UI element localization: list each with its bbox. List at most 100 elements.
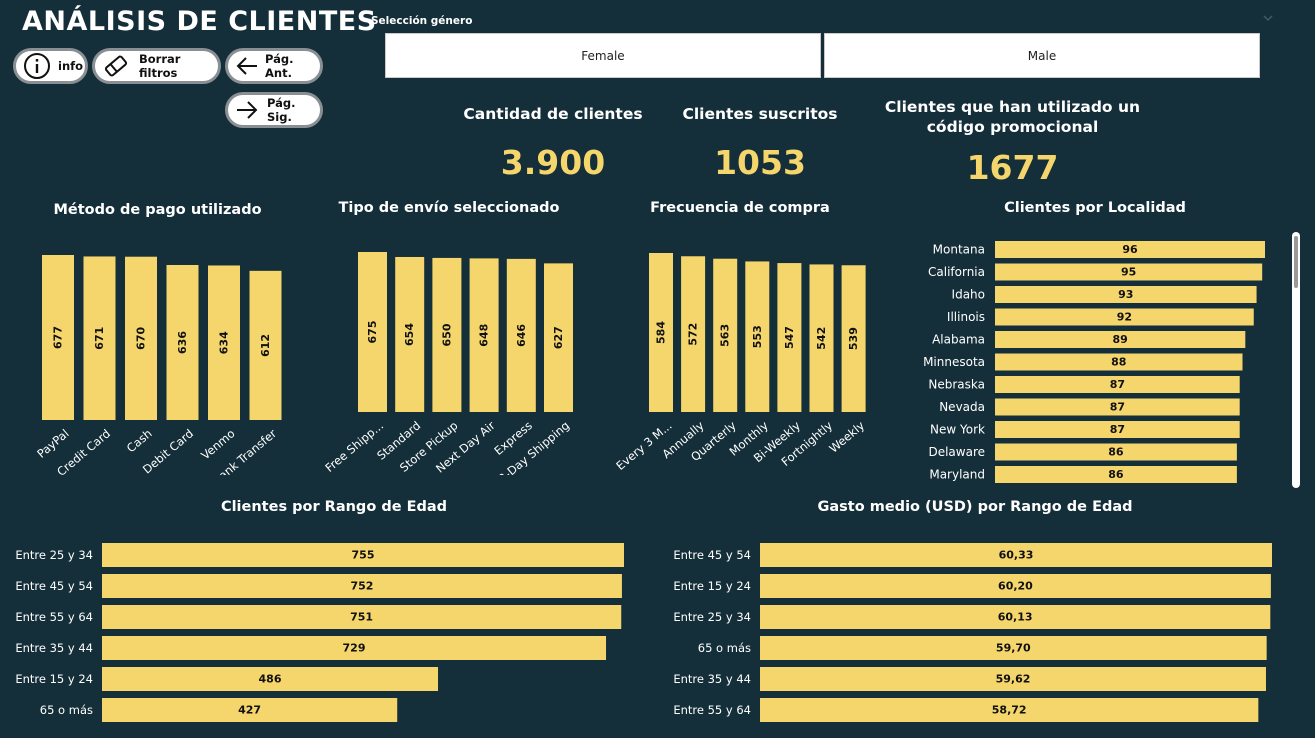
data-label: 87	[1110, 378, 1125, 391]
slicer-option-female[interactable]: Female	[385, 33, 821, 78]
data-label: 563	[719, 324, 732, 347]
chart-title-location: Clientes por Localidad	[1004, 200, 1186, 216]
data-label: 59,70	[996, 642, 1031, 655]
data-label: 612	[259, 334, 272, 357]
data-label: 650	[440, 323, 453, 346]
category-label: 65 o más	[40, 703, 93, 717]
data-label: 427	[238, 704, 261, 717]
chart-title-age-spend: Gasto medio (USD) por Rango de Edad	[817, 499, 1133, 515]
data-label: 654	[403, 323, 416, 346]
category-label: New York	[930, 423, 985, 437]
category-label: Idaho	[952, 288, 985, 302]
data-label: 553	[751, 325, 764, 348]
data-label: 539	[847, 327, 860, 350]
category-label: Entre 35 y 44	[15, 641, 93, 655]
data-label: 547	[783, 326, 796, 349]
data-label: 87	[1110, 423, 1125, 436]
data-label: 486	[259, 673, 282, 686]
data-label: 60,13	[998, 611, 1033, 624]
data-label: 92	[1117, 311, 1132, 324]
data-label: 87	[1110, 401, 1125, 414]
chart-title-age-count: Clientes por Rango de Edad	[220, 499, 448, 515]
page-title: ANÁLISIS DE CLIENTES	[22, 6, 377, 37]
category-label: Montana	[933, 243, 985, 257]
kpi-customers-value: 3.900	[500, 143, 606, 182]
purchase-frequency-chart: 584Every 3 M...572Annually563Quarterly55…	[613, 253, 867, 473]
data-label: 60,20	[998, 580, 1033, 593]
category-label: Nebraska	[928, 378, 985, 392]
kpi-promo-title-line1: Clientes que han utilizado un	[884, 98, 1141, 116]
kpi-promo-title: Clientes que han utilizado un código pro…	[875, 97, 1150, 137]
clear-filters-button[interactable]: Borrar filtros	[92, 48, 221, 84]
category-label: Illinois	[947, 310, 985, 324]
category-label: Entre 25 y 34	[15, 548, 93, 562]
category-label: Venmo	[198, 426, 237, 462]
category-label: Entre 15 y 24	[15, 672, 93, 686]
kpi-promo-value: 1677	[966, 148, 1059, 187]
slicer-option-male[interactable]: Male	[824, 33, 1260, 78]
info-button[interactable]: info	[13, 48, 88, 84]
age-count-chart: Entre 25 y 34 755 Entre 45 y 54 752 Entre 55…	[15, 543, 624, 722]
location-scrollbar-thumb[interactable]	[1294, 236, 1298, 288]
data-label: 89	[1113, 333, 1128, 346]
category-label: Entre 15 y 24	[673, 579, 751, 593]
kpi-promo-title-line2: código promocional	[926, 118, 1099, 136]
data-label: 60,33	[999, 549, 1034, 562]
category-label: Entre 35 y 44	[673, 672, 751, 686]
location-chart: Montana 96 California 95 Idaho 93 Illinois 92 Al…	[923, 241, 1265, 483]
data-label: 584	[655, 321, 668, 344]
kpi-customers-title: Cantidad de clientes	[463, 105, 643, 123]
data-label: 86	[1108, 446, 1124, 459]
payment-method-chart: 677PayPal671Credit Card670Cash636Debit C…	[34, 255, 282, 475]
clear-filters-label: Borrar filtros	[139, 52, 181, 80]
category-label: Maryland	[929, 468, 985, 482]
chart-title-shipping: Tipo de envío seleccionado	[338, 200, 560, 216]
category-label: Delaware	[928, 445, 985, 459]
data-label: 86	[1108, 468, 1124, 481]
arrow-left-icon	[236, 57, 257, 75]
category-label: Entre 25 y 34	[673, 610, 751, 624]
category-label: Entre 45 y 54	[15, 579, 93, 593]
data-label: 93	[1118, 288, 1133, 301]
arrow-right-icon	[237, 101, 258, 119]
data-label: 95	[1121, 266, 1136, 279]
category-label: Alabama	[932, 333, 985, 347]
category-label: California	[928, 265, 985, 279]
data-label: 96	[1122, 243, 1138, 256]
chart-title-frequency: Frecuencia de compra	[650, 200, 830, 216]
data-label: 755	[352, 549, 375, 562]
data-label: 729	[343, 642, 366, 655]
info-icon	[24, 53, 50, 79]
category-label: 65 o más	[698, 641, 751, 655]
data-label: 646	[515, 324, 528, 347]
data-label: 636	[176, 331, 189, 354]
age-spend-chart: Entre 45 y 54 60,33 Entre 15 y 24 60,20 Entr…	[673, 543, 1272, 722]
category-label: Weekly	[826, 418, 867, 456]
data-label: 627	[552, 326, 565, 349]
category-label: Entre 45 y 54	[673, 548, 751, 562]
next-page-button[interactable]: Pág. Sig.	[225, 92, 323, 128]
data-label: 670	[135, 327, 148, 350]
chart-title-payment: Método de pago utilizado	[53, 202, 262, 218]
data-label: 671	[93, 327, 106, 350]
data-label: 634	[218, 331, 231, 354]
prev-page-label: Pág. Ant.	[265, 52, 294, 80]
shipping-type-chart: 675Free Shipp...654Standard650Store Pick…	[322, 252, 573, 475]
gender-slicer-label: Selección género	[371, 15, 473, 27]
data-label: 751	[350, 611, 373, 624]
category-label: Entre 55 y 64	[673, 703, 751, 717]
data-label: 648	[478, 324, 491, 347]
category-label: Cash	[124, 426, 155, 455]
category-label: Minnesota	[923, 355, 985, 369]
eraser-icon	[104, 55, 128, 77]
info-button-label: info	[58, 59, 84, 73]
prev-page-button[interactable]: Pág. Ant.	[225, 48, 323, 84]
data-label: 675	[366, 321, 379, 344]
data-label: 88	[1111, 356, 1126, 369]
category-label: PayPal	[34, 426, 71, 460]
data-label: 572	[687, 323, 700, 346]
category-label: Nevada	[939, 400, 985, 414]
data-label: 677	[52, 326, 65, 349]
chevron-down-icon[interactable]	[1262, 12, 1274, 24]
data-label: 752	[350, 580, 373, 593]
